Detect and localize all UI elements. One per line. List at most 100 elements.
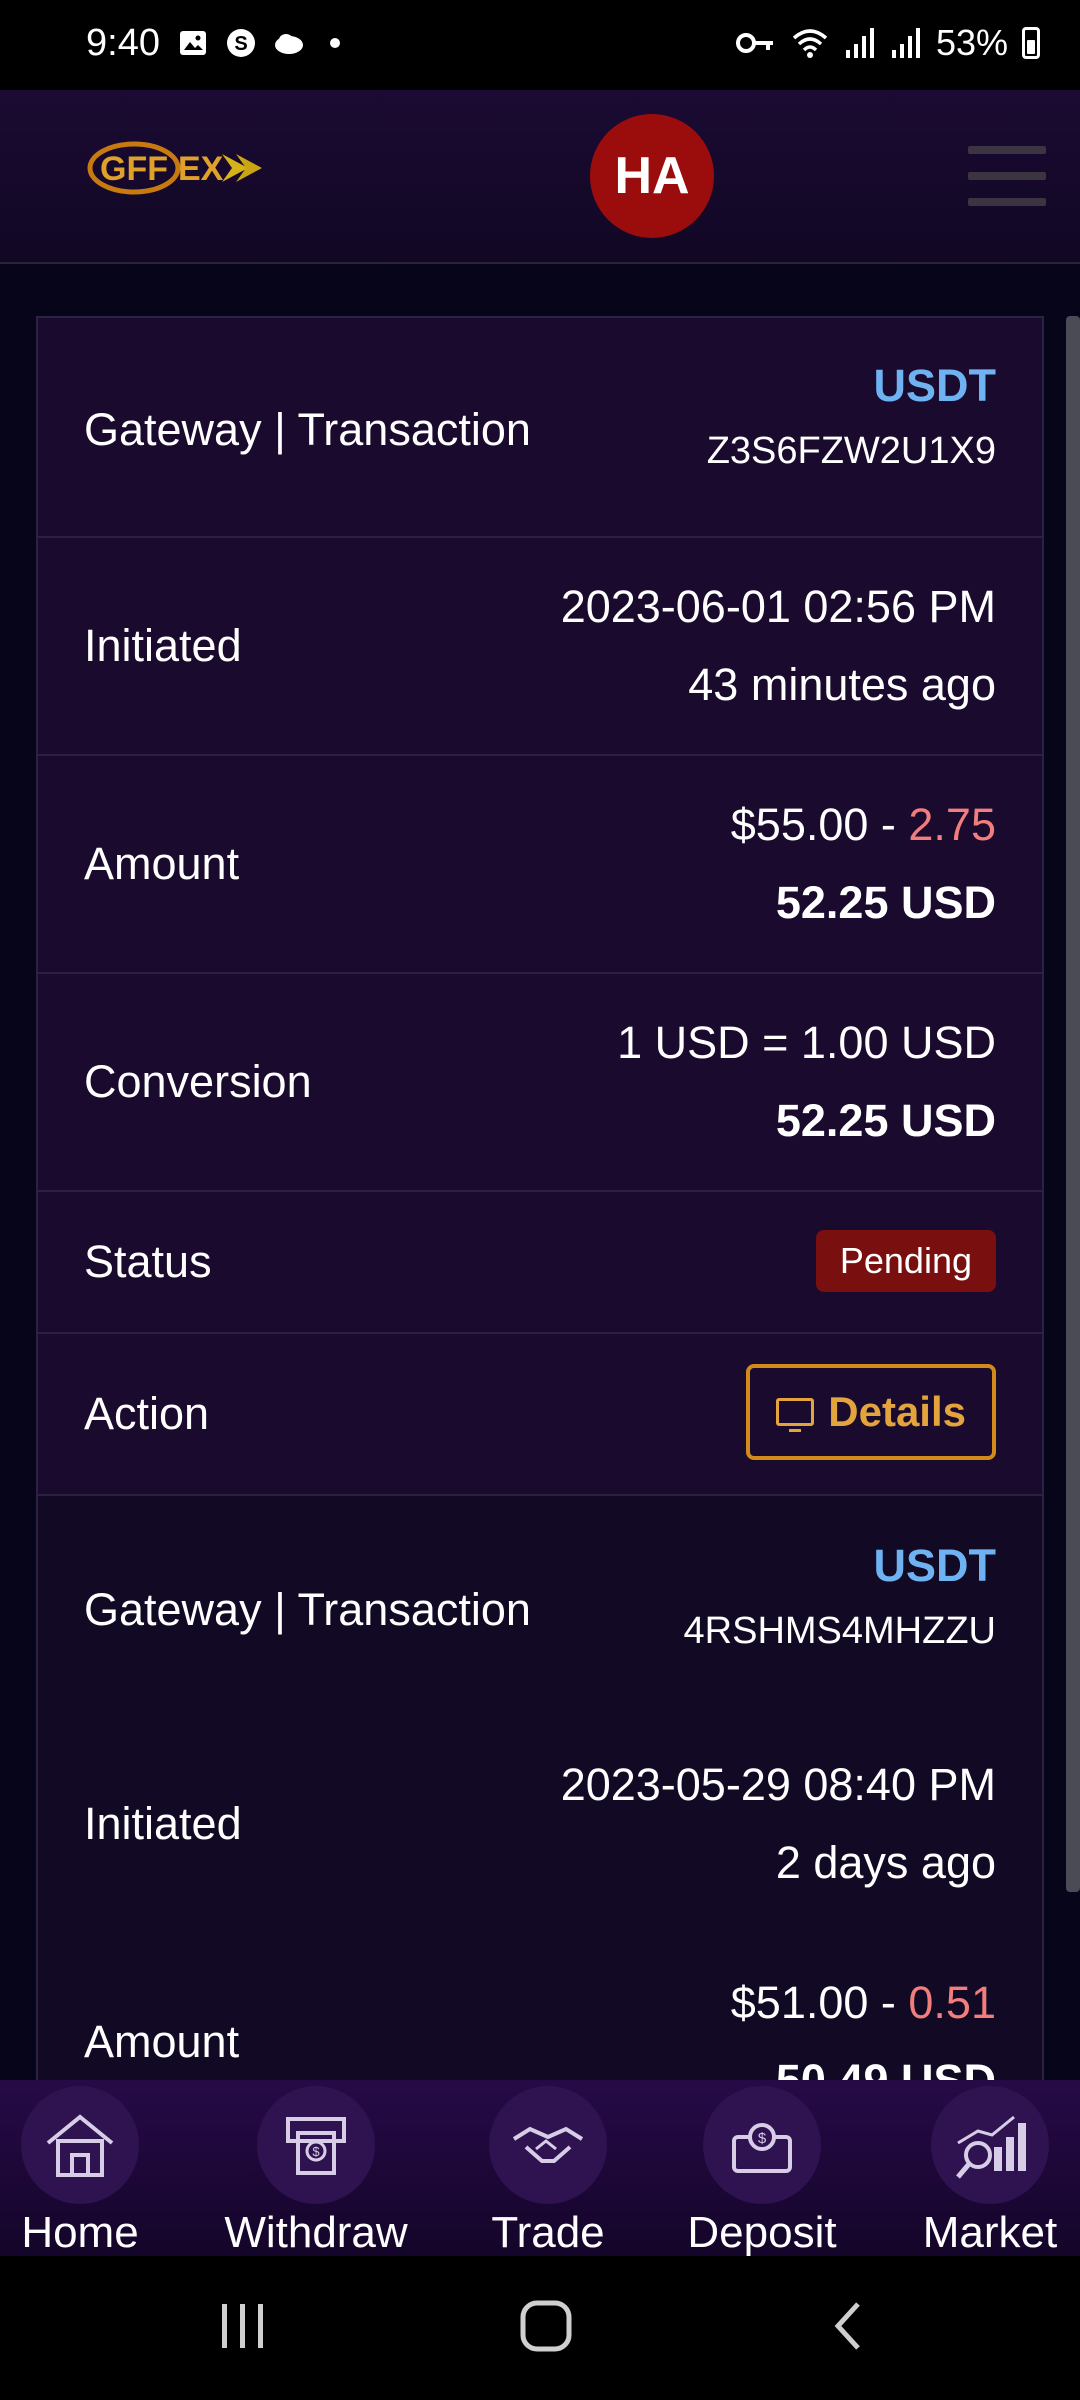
recent-apps-icon[interactable] [218,2296,268,2356]
battery-percent: 53% [935,22,1008,63]
initiated-date: 2023-06-01 02:56 PM [560,581,996,632]
transaction-id: 4RSHMS4MHZZU [683,1610,996,1652]
system-navigation-bar [0,2256,1080,2400]
initiated-label: Initiated [84,620,242,671]
gateway-value: USDT 4RSHMS4MHZZU [684,1540,996,1653]
key-icon [735,33,773,53]
action-value: Details [746,1364,996,1460]
initiated-ago: 43 minutes ago [688,659,996,710]
initiated-row: Initiated 2023-06-01 02:56 PM 43 minutes… [38,538,1042,756]
nav-deposit[interactable]: $ Deposit [652,2080,872,2257]
nav-trade[interactable]: Trade [438,2080,658,2257]
svg-text:$: $ [758,2130,767,2147]
nav-withdraw-circle: $ [257,2086,375,2204]
initiated-label: Initiated [84,1798,242,1849]
conversion-value: 1 USD = 1.00 USD 52.25 USD [617,1004,996,1160]
handshake-icon [512,2126,584,2163]
conversion-label: Conversion [84,1056,312,1107]
app-header: GFF EX HA [0,90,1080,264]
cloud-icon [275,34,303,54]
nav-market-circle [931,2086,1049,2204]
amount-breakdown: $55.00 - 2.75 [731,786,996,864]
amount-row: Amount $51.00 - 0.51 50.49 USD [38,1934,1042,2080]
deposit-history-list[interactable]: Gateway | Transaction USDT Z3S6FZW2U1X9 … [0,264,1080,2080]
amount-row: Amount $55.00 - 2.75 52.25 USD [38,756,1042,974]
back-icon[interactable] [828,2296,868,2356]
system-indicators: 53% [735,22,1040,64]
nav-withdraw[interactable]: $ Withdraw [206,2080,426,2257]
signal-icon [891,28,920,58]
nav-withdraw-label: Withdraw [224,2208,408,2257]
details-button-label: Details [828,1388,966,1435]
gateway-row: Gateway | Transaction USDT 4RSHMS4MHZZU [38,1496,1042,1718]
amount-charge: 0.51 [908,1977,996,2028]
home-system-icon[interactable] [518,2296,574,2356]
svg-text:S: S [234,33,247,55]
initiated-value: 2023-06-01 02:56 PM 43 minutes ago [561,568,996,724]
amount-label: Amount [84,2016,240,2067]
gateway-value: USDT Z3S6FZW2U1X9 [707,360,996,473]
nav-trade-circle [489,2086,607,2204]
gateway-name: USDT [873,1540,997,1591]
amount-breakdown: $51.00 - 0.51 [731,1964,996,2042]
s-app-icon: S [227,29,255,57]
amount-separator: - [868,799,909,850]
battery-icon [1022,27,1040,59]
nav-deposit-label: Deposit [687,2208,837,2257]
nav-home[interactable]: Home [0,2080,190,2257]
nav-deposit-circle: $ [703,2086,821,2204]
image-icon [180,31,206,55]
market-chart-icon [956,2115,1026,2179]
amount-label: Amount [84,838,240,889]
nav-home-label: Home [21,2208,139,2257]
gateway-label: Gateway | Transaction [84,1584,531,1635]
conversion-total: 52.25 USD [775,1095,996,1146]
amount-value: $55.00 - 2.75 52.25 USD [731,786,996,942]
gateway-row: Gateway | Transaction USDT Z3S6FZW2U1X9 [38,318,1042,538]
conversion-rate: 1 USD = 1.00 USD [617,1017,996,1068]
amount-separator: - [868,1977,909,2028]
initiated-value: 2023-05-29 08:40 PM 2 days ago [561,1746,996,1902]
initiated-date: 2023-05-29 08:40 PM [560,1759,996,1810]
initiated-row: Initiated 2023-05-29 08:40 PM 2 days ago [38,1718,1042,1934]
withdraw-icon: $ [286,2117,346,2175]
amount-value: $51.00 - 0.51 50.49 USD [731,1964,996,2080]
user-avatar[interactable]: HA [590,114,714,238]
gateway-name: USDT [873,360,997,411]
status-label: Status [84,1236,212,1287]
amount-gross: $51.00 [730,1977,869,2028]
svg-text:GFF: GFF [100,150,168,188]
brand-logo[interactable]: GFF EX [86,132,264,202]
status-row: Status Pending [38,1192,1042,1334]
deposit-icon: $ [732,2123,792,2173]
status-time: 9:40 [86,22,160,64]
action-row: Action Details [38,1334,1042,1496]
initiated-ago: 2 days ago [775,1837,996,1888]
status-value: Pending [815,1230,996,1292]
transaction-table: Gateway | Transaction USDT Z3S6FZW2U1X9 … [36,316,1044,2080]
monitor-icon [776,1398,815,1432]
menu-icon[interactable] [968,146,1046,206]
amount-gross: $55.00 [730,799,869,850]
more-notifications-dot [330,38,340,48]
details-button[interactable]: Details [746,1364,996,1460]
nav-market-label: Market [922,2208,1058,2257]
nav-home-circle [21,2086,139,2204]
amount-charge: 2.75 [908,799,996,850]
bottom-navigation: Home $ Withdraw Trade $ Deposit Market [0,2080,1080,2257]
notification-icons: S [176,26,340,60]
home-icon [46,2114,114,2177]
scrollbar[interactable] [1066,316,1080,1892]
status-badge: Pending [815,1230,996,1292]
amount-total: 52.25 USD [775,877,996,928]
svg-text:EX: EX [178,150,224,188]
action-label: Action [84,1388,210,1439]
amount-total: 50.49 USD [731,2042,996,2080]
nav-trade-label: Trade [491,2208,605,2257]
status-bar: 9:40 S 53% [0,0,1080,90]
nav-market[interactable]: Market [880,2080,1080,2257]
conversion-row: Conversion 1 USD = 1.00 USD 52.25 USD [38,974,1042,1192]
svg-text:$: $ [312,2144,320,2159]
signal-icon [845,28,874,58]
wifi-icon [792,29,828,58]
